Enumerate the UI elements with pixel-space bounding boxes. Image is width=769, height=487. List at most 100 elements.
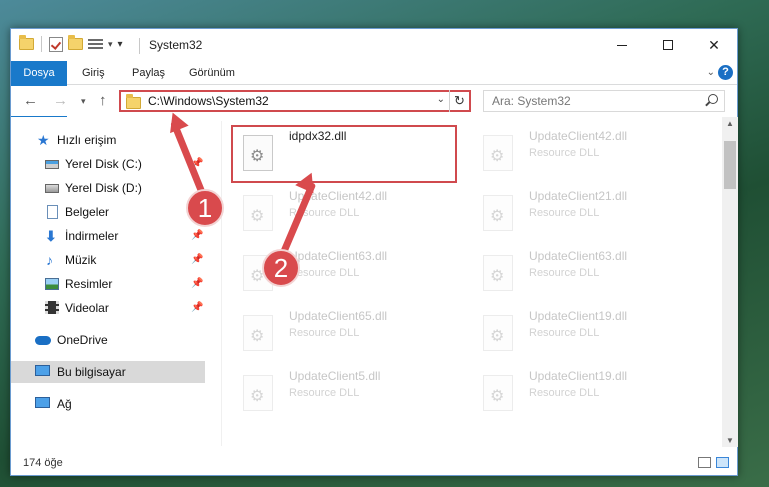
sidebar-item-local-disk-d[interactable]: Yerel Disk (D:) [11,177,205,199]
folder-icon [126,94,141,109]
scroll-up-icon[interactable]: ▲ [722,119,738,128]
expand-ribbon-icon[interactable]: ⌄ [707,67,715,78]
explorer-window: ▾ ▾ System32 ✕ Dosya Giriş Paylaş Görünü… [10,28,738,476]
recent-locations-icon[interactable]: ▾ [81,96,86,107]
file-item[interactable]: UpdateClient63.dll Resource DLL [473,245,701,301]
details-view-icon[interactable] [698,457,711,468]
file-item[interactable]: UpdateClient42.dll Resource DLL [473,125,701,181]
vertical-scrollbar[interactable]: ▲ ▼ [722,117,738,447]
sidebar-item-music[interactable]: ♪ Müzik 📌 [11,249,205,271]
search-box[interactable]: Ara: System32 [483,90,725,112]
dll-file-icon [483,195,513,231]
videos-icon [45,301,59,315]
file-item[interactable]: UpdateClient19.dll Resource DLL [473,305,701,361]
sidebar-item-videos[interactable]: Videolar 📌 [11,297,205,319]
customize-toolbar-icon[interactable]: ▾ [118,39,123,50]
tab-view[interactable]: Görünüm [189,61,235,85]
file-name: UpdateClient63.dll [289,249,388,263]
sidebar-item-label: Hızlı erişim [57,133,117,147]
music-icon: ♪ [46,252,53,268]
navigation-pane: ★ Hızlı erişim Yerel Disk (C:) 📌 Yerel D… [11,121,205,446]
up-arrow-icon[interactable]: ↑ [99,92,107,109]
drive-c-icon [45,157,59,171]
sidebar-item-label: Yerel Disk (C:) [65,157,142,171]
title-bar: ▾ ▾ System32 ✕ [11,29,737,61]
title-divider [139,38,140,54]
scroll-thumb[interactable] [724,141,736,189]
file-type: Resource DLL [529,267,600,279]
file-name: UpdateClient5.dll [289,369,381,383]
file-item[interactable]: UpdateClient19.dll Resource DLL [473,365,701,421]
new-folder-icon[interactable] [68,35,83,50]
sidebar-item-network[interactable]: Ağ [11,393,205,415]
file-item[interactable]: UpdateClient42.dll Resource DLL [233,185,461,241]
file-item[interactable]: UpdateClient65.dll Resource DLL [233,305,461,361]
dll-file-icon [243,315,273,351]
forward-arrow-icon[interactable]: → [53,92,68,109]
sidebar-item-pictures[interactable]: Resimler 📌 [11,273,205,295]
pin-icon[interactable]: 📌 [191,254,203,265]
maximize-button[interactable] [645,29,691,61]
file-type: Resource DLL [289,387,360,399]
pane-divider[interactable] [221,121,222,446]
dll-file-icon [243,375,273,411]
sidebar-item-label: İndirmeler [65,229,119,243]
sidebar-item-this-pc[interactable]: Bu bilgisayar [11,361,205,383]
sidebar-item-label: Ağ [57,397,72,411]
sidebar-item-label: OneDrive [57,333,108,347]
file-type: Resource DLL [529,207,600,219]
back-arrow-icon[interactable]: ← [23,92,38,109]
sidebar-item-downloads[interactable]: ⬇ İndirmeler 📌 [11,225,205,247]
dll-file-icon [483,315,513,351]
search-icon[interactable] [708,94,718,104]
sidebar-item-label: Müzik [65,253,97,267]
drive-d-icon [45,181,59,195]
file-type: Resource DLL [529,387,600,399]
file-type: Resource DLL [289,327,360,339]
dll-file-icon [483,135,513,171]
tab-home[interactable]: Giriş [82,61,105,85]
file-item[interactable]: UpdateClient5.dll Resource DLL [233,365,461,421]
file-type: Resource DLL [529,147,600,159]
file-name: UpdateClient19.dll [529,309,628,323]
help-icon[interactable]: ? [718,65,733,80]
file-name: UpdateClient63.dll [529,249,628,263]
sidebar-item-documents[interactable]: Belgeler [11,201,205,223]
refresh-icon[interactable]: ↻ [449,90,469,112]
scroll-down-icon[interactable]: ▼ [722,436,738,445]
close-button[interactable]: ✕ [691,29,737,61]
file-item[interactable]: UpdateClient21.dll Resource DLL [473,185,701,241]
sidebar-item-label: Bu bilgisayar [57,365,126,379]
maximize-icon [663,40,673,50]
step-2-badge: 2 [262,249,300,287]
dll-file-icon [483,375,513,411]
chevron-down-icon[interactable]: ⌄ [437,94,445,105]
close-icon: ✕ [708,36,720,53]
sidebar-item-onedrive[interactable]: OneDrive [11,329,205,351]
address-path[interactable]: C:\Windows\System32 [148,94,269,108]
step-1-badge: 1 [186,189,224,227]
tiles-view-icon[interactable] [716,457,729,468]
sidebar-item-label: Videolar [65,301,109,315]
pictures-icon [45,277,59,291]
address-bar[interactable]: C:\Windows\System32 ⌄ ↻ [119,90,471,112]
onedrive-icon [35,333,51,347]
minimize-icon [617,44,627,46]
sidebar-item-local-disk-c[interactable]: Yerel Disk (C:) 📌 [11,153,205,175]
properties-check-icon[interactable] [49,36,63,52]
pin-icon[interactable]: 📌 [191,278,203,289]
tab-share[interactable]: Paylaş [132,61,165,85]
chevron-down-icon[interactable]: ▾ [108,39,113,50]
navigation-bar: ← → ▾ ↑ C:\Windows\System32 ⌄ ↻ Ara: Sys… [11,86,737,116]
downloads-icon: ⬇ [45,228,57,244]
pin-icon[interactable]: 📌 [191,230,203,241]
pin-icon[interactable]: 📌 [191,302,203,313]
properties-icon[interactable] [88,37,103,51]
sidebar-item-label: Belgeler [65,205,110,219]
minimize-button[interactable] [599,29,645,61]
ribbon-tabs: Dosya Giriş Paylaş Görünüm ⌄ ? [11,61,737,117]
file-type: Resource DLL [529,327,600,339]
search-placeholder[interactable]: Ara: System32 [492,94,571,108]
file-name: UpdateClient21.dll [529,189,628,203]
item-count: 174 öğe [23,457,63,469]
